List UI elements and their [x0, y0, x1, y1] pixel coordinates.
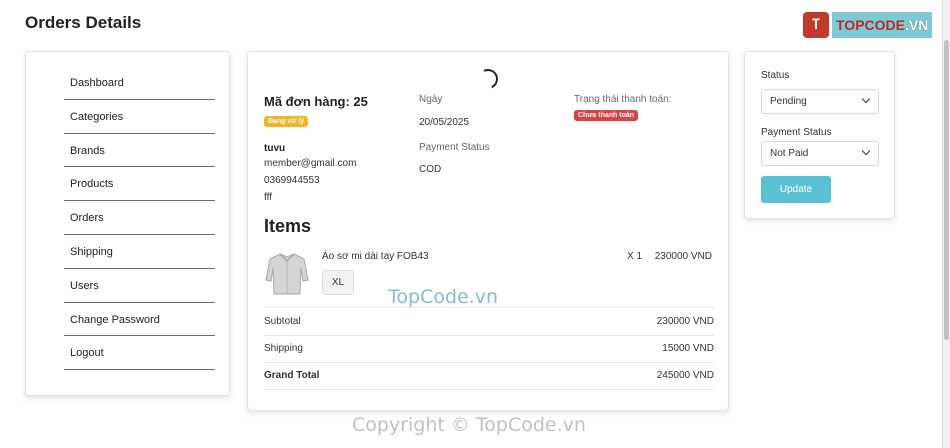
sidebar-nav: Dashboard Categories Brands Products Ord… — [64, 66, 215, 371]
status-select[interactable]: Pending — [761, 89, 879, 114]
topcode-logo[interactable]: T TOPCODE .VN — [803, 11, 933, 39]
subtotal-label: Subtotal — [264, 315, 301, 327]
payment-status-select[interactable]: Not Paid — [761, 141, 879, 166]
chevron-down-icon — [861, 146, 871, 156]
sidebar-item-users[interactable]: Users — [64, 269, 215, 303]
items-heading: Items — [264, 216, 312, 236]
loading-spinner-icon — [475, 66, 501, 92]
status-panel: Status Pending Payment Status Not Paid U… — [744, 51, 895, 219]
scrollbar-thumb[interactable] — [944, 40, 949, 340]
customer-email: member@gmail.com — [264, 158, 357, 169]
shipping-label: Shipping — [264, 343, 303, 355]
customer-address: fff — [264, 192, 272, 203]
payment-status-select-value: Not Paid — [770, 148, 809, 159]
logo-text: TOPCODE .VN — [832, 12, 933, 38]
status-select-value: Pending — [770, 96, 807, 107]
payment-method-value: COD — [419, 164, 442, 175]
sidebar-item-logout[interactable]: Logout — [64, 336, 215, 371]
product-size-chip: XL — [322, 270, 354, 295]
payment-state-label: Trạng thái thanh toán: — [574, 94, 672, 105]
sidebar-item-shipping[interactable]: Shipping — [64, 235, 215, 269]
payment-state-badge: Chưa thanh toán — [574, 110, 639, 121]
update-button[interactable]: Update — [761, 176, 831, 203]
customer-name: tuvu — [264, 143, 286, 154]
order-date-label: Ngày — [419, 94, 443, 105]
order-details-card: Mã đơn hàng: 25 Đang xử lý tuvu member@g… — [247, 51, 729, 411]
shirt-icon — [264, 250, 310, 296]
logo-brand-rest: .VN — [904, 17, 929, 33]
subtotal-value: 230000 VND — [656, 315, 714, 327]
sidebar-item-brands[interactable]: Brands — [64, 134, 215, 168]
logo-brand-red: TOPCODE — [836, 17, 905, 33]
product-quantity: X 1 — [627, 251, 643, 262]
order-id-title: Mã đơn hàng: 25 — [264, 94, 368, 109]
watermark-center: TopCode.vn — [388, 286, 499, 308]
sidebar-item-categories[interactable]: Categories — [64, 100, 215, 134]
chevron-down-icon — [861, 94, 871, 104]
sidebar-item-dashboard[interactable]: Dashboard — [64, 66, 215, 100]
sidebar-item-products[interactable]: Products — [64, 167, 215, 202]
shipping-value: 15000 VND — [662, 343, 714, 355]
grand-total-row: Grand Total 245000 VND — [264, 362, 714, 390]
page-scrollbar[interactable] — [942, 0, 950, 448]
order-date-value: 20/05/2025 — [419, 117, 470, 128]
sidebar: Dashboard Categories Brands Products Ord… — [25, 51, 230, 396]
logo-mark: T — [803, 12, 829, 38]
grand-total-label: Grand Total — [264, 370, 320, 382]
shipping-row: Shipping 15000 VND — [264, 334, 714, 363]
payment-status-select-label: Payment Status — [761, 127, 832, 138]
grand-total-value: 245000 VND — [656, 370, 714, 382]
subtotal-row: Subtotal 230000 VND — [264, 307, 714, 335]
payment-status-label: Payment Status — [419, 142, 490, 153]
sidebar-item-orders[interactable]: Orders — [64, 201, 215, 235]
page-title: Orders Details — [25, 13, 142, 32]
status-label: Status — [761, 70, 790, 81]
sidebar-item-change-password[interactable]: Change Password — [64, 303, 215, 337]
watermark-copyright: Copyright © TopCode.vn — [352, 414, 586, 436]
order-summary: Subtotal 230000 VND Shipping 15000 VND G… — [264, 307, 714, 390]
product-name: Áo sơ mi dài tay FOB43 — [322, 251, 429, 262]
customer-phone: 0369944553 — [264, 175, 320, 186]
order-status-badge: Đang xử lý — [264, 116, 309, 127]
product-price: 230000 VND — [654, 251, 712, 262]
